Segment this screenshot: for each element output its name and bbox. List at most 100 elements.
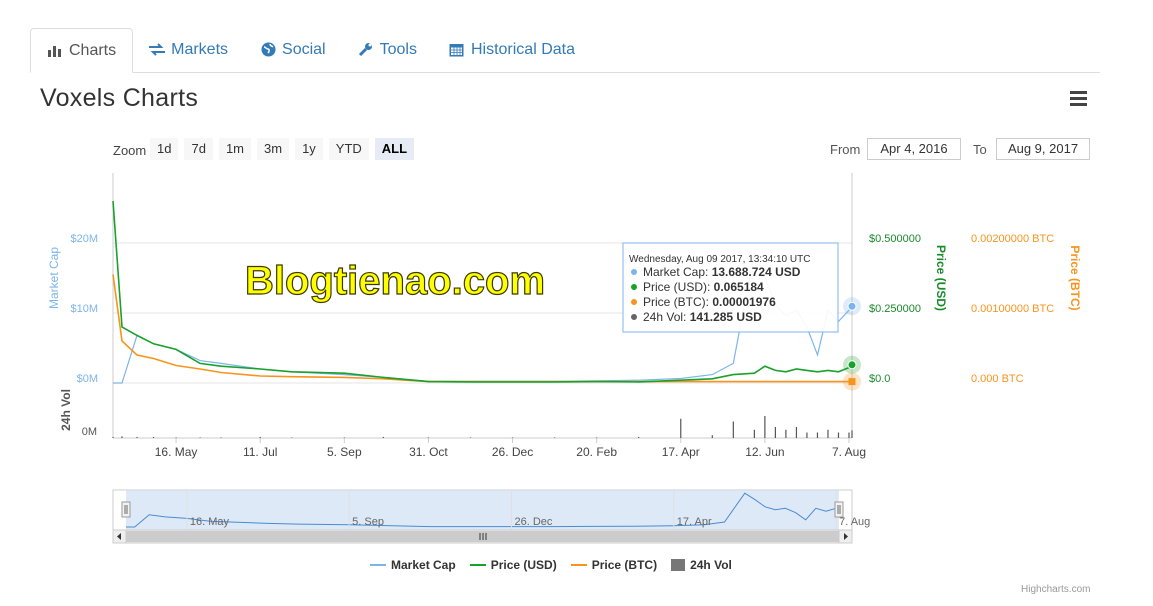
navigator[interactable]: 16. May 5. Sep 26. Dec 17. Apr 7. Aug (112, 489, 870, 544)
navigator-handle[interactable] (121, 501, 131, 518)
navigator-tick-label: 7. Aug (839, 516, 870, 528)
volume-bar (596, 437, 598, 438)
volume-bar (121, 436, 123, 438)
legend-item-price-usd[interactable]: Price (USD) (469, 558, 557, 572)
chart-legend: Market Cap Price (USD) Price (BTC) 24h Vol (370, 558, 732, 572)
tab-charts[interactable]: Charts (30, 28, 134, 73)
hover-marker (847, 301, 857, 311)
chart-tooltip: Wednesday, Aug 09 2017, 13:34:10 UTC Mar… (622, 242, 839, 333)
x-tick-label: 26. Dec (492, 445, 533, 459)
volume-bar (774, 427, 776, 438)
volume-bar (553, 437, 556, 438)
highcharts-credit[interactable]: Highcharts.com (1021, 584, 1090, 595)
volume-bar (199, 437, 201, 438)
volume-bar (837, 432, 840, 438)
zoom-buttons: 1d 7d 1m 3m 1y YTD ALL (150, 138, 415, 160)
market-cap-axis-title: Market Cap (47, 247, 61, 309)
zoom-all-button[interactable]: ALL (374, 138, 415, 160)
tab-social-label: Social (282, 40, 326, 58)
legend-item-market-cap[interactable]: Market Cap (370, 558, 456, 572)
tooltip-bullet (631, 284, 637, 290)
wrench-icon (358, 42, 374, 58)
volume-bar (152, 436, 155, 438)
tooltip-row: 24h Vol: 141.285 USD (643, 310, 762, 324)
scroll-left-button[interactable] (112, 529, 127, 544)
price-btc-tick: 0.00100000 BTC (971, 303, 1054, 315)
legend-swatch (370, 564, 386, 566)
x-tick-label: 7. Aug (832, 445, 866, 459)
x-tick-label: 11. Jul (243, 445, 277, 459)
calendar-icon (449, 42, 465, 58)
hover-halo (843, 372, 861, 391)
tooltip-bullet (631, 314, 637, 320)
tooltip-row: Market Cap: 13.688.724 USD (643, 265, 801, 279)
volume-bar (343, 437, 345, 438)
tab-charts-label: Charts (69, 41, 117, 59)
navigator-handle[interactable] (834, 501, 844, 518)
price-usd-tick: $0.250000 (869, 303, 921, 315)
tab-historical-data-label: Historical Data (470, 40, 575, 58)
tab-tools[interactable]: Tools (342, 28, 433, 71)
market-cap-tick: $20M (70, 233, 98, 245)
from-label: From (830, 142, 861, 157)
volume-bar (291, 437, 293, 438)
x-tick-label: 17. Apr (662, 445, 700, 459)
volume-bar (112, 436, 114, 438)
volume-bar (848, 432, 850, 438)
bar-chart-icon (47, 43, 63, 59)
volume-bar (382, 436, 384, 438)
volume-bar (469, 437, 472, 438)
zoom-1d-button[interactable]: 1d (150, 138, 179, 160)
legend-swatch (570, 564, 587, 566)
market-cap-tick: $0M (77, 373, 98, 385)
navigator-scrollbar-thumb[interactable] (126, 531, 839, 542)
x-tick-label: 31. Oct (409, 445, 448, 459)
price-usd-tick: $0.0 (869, 373, 890, 385)
legend-label: Price (USD) (490, 558, 557, 572)
to-date-input[interactable] (996, 138, 1090, 160)
x-tick-label: 20. Feb (576, 445, 617, 459)
zoom-3m-button[interactable]: 3m (257, 138, 290, 160)
legend-item-24h-vol[interactable]: 24h Vol (671, 558, 732, 572)
tooltip-row: Price (BTC): 0.00001976 (643, 295, 776, 309)
volume-bar (175, 437, 177, 438)
zoom-1m-button[interactable]: 1m (218, 138, 251, 160)
volume-bar (816, 432, 819, 438)
navigator-scrollbar-track[interactable] (112, 529, 853, 544)
exchange-icon (149, 42, 166, 58)
zoom-7d-button[interactable]: 7d (184, 138, 213, 160)
volume-bar (753, 429, 755, 438)
hamburger-menu-icon[interactable] (1070, 91, 1087, 106)
tab-social[interactable]: Social (244, 28, 342, 71)
tooltip-date: Wednesday, Aug 09 2017, 13:34:10 UTC (629, 254, 810, 265)
navigator-tick-label: 26. Dec (514, 516, 552, 528)
legend-swatch (671, 559, 686, 571)
x-tick-label: 5. Sep (327, 445, 362, 459)
volume-bar (136, 436, 138, 438)
volume-bar (427, 437, 430, 438)
tab-markets-label: Markets (171, 40, 229, 58)
volume-bar (220, 437, 222, 438)
price-usd-tick: $0.500000 (869, 233, 921, 245)
hover-halo (843, 355, 861, 374)
globe-icon (260, 42, 276, 58)
volume-bar (259, 436, 261, 438)
scroll-right-button[interactable] (838, 529, 853, 544)
volume-bar (806, 432, 808, 438)
legend-label: 24h Vol (690, 558, 732, 572)
zoom-label: Zoom (113, 143, 147, 158)
from-date-input[interactable] (867, 138, 961, 160)
hover-marker (848, 378, 856, 386)
navigator-tick-label: 16. May (190, 516, 230, 528)
volume-axis-title: 24h Vol (59, 389, 73, 431)
volume-bar (764, 416, 766, 438)
zoom-1y-button[interactable]: 1y (295, 138, 323, 160)
tooltip-bullet (631, 299, 637, 305)
x-tick-label: 16. May (155, 445, 198, 459)
volume-bar (795, 427, 798, 438)
tab-markets[interactable]: Markets (133, 28, 244, 71)
legend-item-price-btc[interactable]: Price (BTC) (570, 558, 657, 572)
zoom-ytd-button[interactable]: YTD (328, 138, 369, 160)
volume-bar (511, 437, 514, 438)
tab-historical-data[interactable]: Historical Data (433, 28, 591, 71)
